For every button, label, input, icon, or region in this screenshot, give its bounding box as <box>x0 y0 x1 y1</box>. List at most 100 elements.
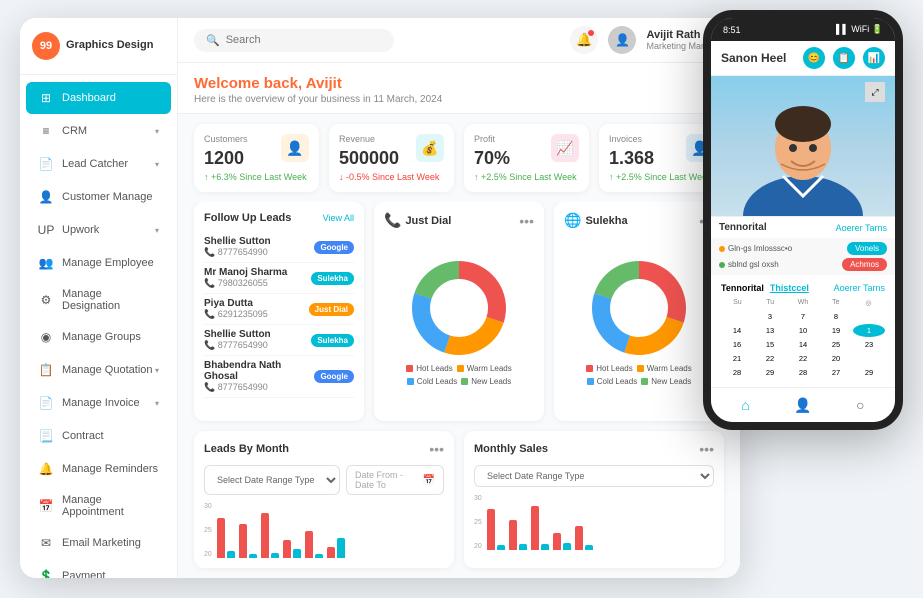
cat-btn-1[interactable]: Vonels <box>847 242 887 255</box>
search-bar[interactable]: 🔍 <box>194 29 394 52</box>
sidebar-item-manage-appointment[interactable]: 📅 Manage Appointment <box>26 486 171 526</box>
cal-day[interactable]: 7 <box>787 310 819 323</box>
nav-icon-manage-employee: 👥 <box>38 255 54 271</box>
chat-name: Sanon Heel <box>721 51 786 65</box>
cal-day[interactable]: 19 <box>820 324 852 337</box>
sidebar-item-manage-groups[interactable]: ◉ Manage Groups <box>26 321 171 353</box>
cal-day[interactable]: 28 <box>721 366 753 379</box>
chat-icon-3[interactable]: 📊 <box>863 47 885 69</box>
bar-primary <box>239 524 247 558</box>
cal-day[interactable] <box>853 352 885 365</box>
cal-day[interactable]: 10 <box>787 324 819 337</box>
lead-name: Piya Dutta <box>204 298 309 309</box>
nav-icon-customer-manage: 👤 <box>38 189 54 205</box>
cal-day[interactable]: 13 <box>754 324 786 337</box>
nav-label-manage-quotation: Manage Quotation <box>62 364 155 376</box>
chat-icon-1[interactable]: 😊 <box>803 47 825 69</box>
date-from-to[interactable]: Date From - Date To 📅 <box>346 465 444 495</box>
nav-label-manage-reminders: Manage Reminders <box>62 463 159 475</box>
sidebar-item-contract[interactable]: 📃 Contract <box>26 420 171 452</box>
legend-dot <box>587 378 594 385</box>
just-dial-menu[interactable]: ••• <box>519 213 534 229</box>
date-range-select[interactable]: Select Date Range Type <box>204 465 340 495</box>
cal-day[interactable]: 25 <box>820 338 852 351</box>
search-input[interactable] <box>226 34 382 46</box>
nav-icon-manage-reminders: 🔔 <box>38 461 54 477</box>
calendar-add[interactable]: Aoerer Tarns <box>834 283 885 293</box>
monthly-sales-filter-row: Select Date Range Type <box>474 465 714 487</box>
cal-day-today[interactable]: 1 <box>853 324 885 337</box>
cal-day[interactable]: 28 <box>787 366 819 379</box>
cat-btn-2[interactable]: Achmos <box>842 258 887 271</box>
cal-day[interactable]: 23 <box>853 338 885 351</box>
sidebar-item-manage-designation[interactable]: ⚙ Manage Designation <box>26 280 171 320</box>
sidebar-item-dashboard[interactable]: ⊞ Dashboard <box>26 82 171 114</box>
sidebar-item-crm[interactable]: ≡ CRM ▾ <box>26 115 171 147</box>
sidebar-item-upwork[interactable]: UP Upwork ▾ <box>26 214 171 246</box>
person-name: Tennorital <box>719 222 767 233</box>
cal-day[interactable]: 22 <box>787 352 819 365</box>
leads-month-menu[interactable]: ••• <box>429 441 444 457</box>
bar-group <box>553 533 571 550</box>
sidebar-item-manage-reminders[interactable]: 🔔 Manage Reminders <box>26 453 171 485</box>
cal-day[interactable]: 29 <box>853 366 885 379</box>
cal-day[interactable]: 21 <box>721 352 753 365</box>
avatar: 👤 <box>608 26 636 54</box>
sidebar-item-manage-quotation[interactable]: 📋 Manage Quotation ▾ <box>26 354 171 386</box>
sulekha-header: 🌐 Sulekha ••• <box>564 212 714 229</box>
photo-expand-btn[interactable]: ⤢ <box>865 82 885 102</box>
person-silhouette: ⤢ <box>711 76 895 216</box>
cal-day[interactable]: 14 <box>787 338 819 351</box>
cal-day[interactable]: 29 <box>754 366 786 379</box>
outer-wrapper: 99 Graphics Design ⊞ Dashboard ≡ CRM ▾ 📄… <box>0 0 923 598</box>
cal-day[interactable]: 20 <box>820 352 852 365</box>
view-all-link[interactable]: View All <box>323 213 354 223</box>
cat-label-2: sblnd gsl oxsh <box>728 260 779 269</box>
cat-dot-2 <box>719 262 725 268</box>
sidebar-item-customer-manage[interactable]: 👤 Customer Manage <box>26 181 171 213</box>
cal-day[interactable]: 22 <box>754 352 786 365</box>
legend-label: Hot Leads <box>596 364 632 373</box>
cal-day[interactable] <box>853 310 885 323</box>
calendar-col-headers: Su Tu Wh Te ◎ <box>721 299 885 307</box>
chat-icon-2[interactable]: 📋 <box>833 47 855 69</box>
phone-tab-contacts[interactable]: 👤 <box>792 394 814 416</box>
sidebar-item-lead-catcher[interactable]: 📄 Lead Catcher ▾ <box>26 148 171 180</box>
phone-tab-circle[interactable]: ○ <box>849 394 871 416</box>
monthly-sales-title: Monthly Sales <box>474 443 548 455</box>
sidebar-item-email-marketing[interactable]: ✉ Email Marketing <box>26 527 171 559</box>
sidebar-item-manage-employee[interactable]: 👥 Manage Employee <box>26 247 171 279</box>
legend-item: Warm Leads <box>637 364 692 373</box>
nav-icon-crm: ≡ <box>38 123 54 139</box>
lead-phone: 📞 8777654990 <box>204 340 311 351</box>
sales-bar-chart: 30 25 20 <box>474 495 714 550</box>
stat-card-customers: Customers 1200 ↑ +6.3% Since Last Week 👤 <box>194 124 319 192</box>
nav-label-lead-catcher: Lead Catcher <box>62 158 155 170</box>
nav-label-payment: Payment <box>62 570 159 578</box>
lead-phone: 📞 7980326055 <box>204 278 311 289</box>
notification-bell[interactable]: 🔔 <box>570 26 598 54</box>
bar-secondary <box>541 544 549 550</box>
cal-day[interactable]: 3 <box>754 310 786 323</box>
lead-name: Mr Manoj Sharma <box>204 267 311 278</box>
cal-day[interactable]: 14 <box>721 324 753 337</box>
sales-y-labels: 30 25 20 <box>474 495 482 550</box>
calendar-grid: 3 7 8 14 13 10 19 1 16 15 14 25 23 21 22… <box>721 310 885 379</box>
monthly-sales-menu[interactable]: ••• <box>699 441 714 457</box>
legend-dot <box>461 378 468 385</box>
nav-label-customer-manage: Customer Manage <box>62 191 159 203</box>
monthly-sales-date-range[interactable]: Select Date Range Type <box>474 465 714 487</box>
cal-day[interactable]: 16 <box>721 338 753 351</box>
cal-day[interactable]: 15 <box>754 338 786 351</box>
phone-chat-header: Sanon Heel 😊 📋 📊 <box>711 41 895 76</box>
add-text[interactable]: Aoerer Tarns <box>836 223 887 233</box>
cal-day[interactable]: 27 <box>820 366 852 379</box>
sidebar-item-manage-invoice[interactable]: 📄 Manage Invoice ▾ <box>26 387 171 419</box>
chevron-icon-manage-quotation: ▾ <box>155 366 159 375</box>
search-icon: 🔍 <box>206 34 220 47</box>
just-dial-donut-container: Hot Leads Warm Leads Cold Leads New Lead… <box>384 237 534 406</box>
cal-day[interactable] <box>721 310 753 323</box>
phone-tab-home[interactable]: ⌂ <box>735 394 757 416</box>
cal-day[interactable]: 8 <box>820 310 852 323</box>
sidebar-item-payment[interactable]: 💲 Payment <box>26 560 171 578</box>
